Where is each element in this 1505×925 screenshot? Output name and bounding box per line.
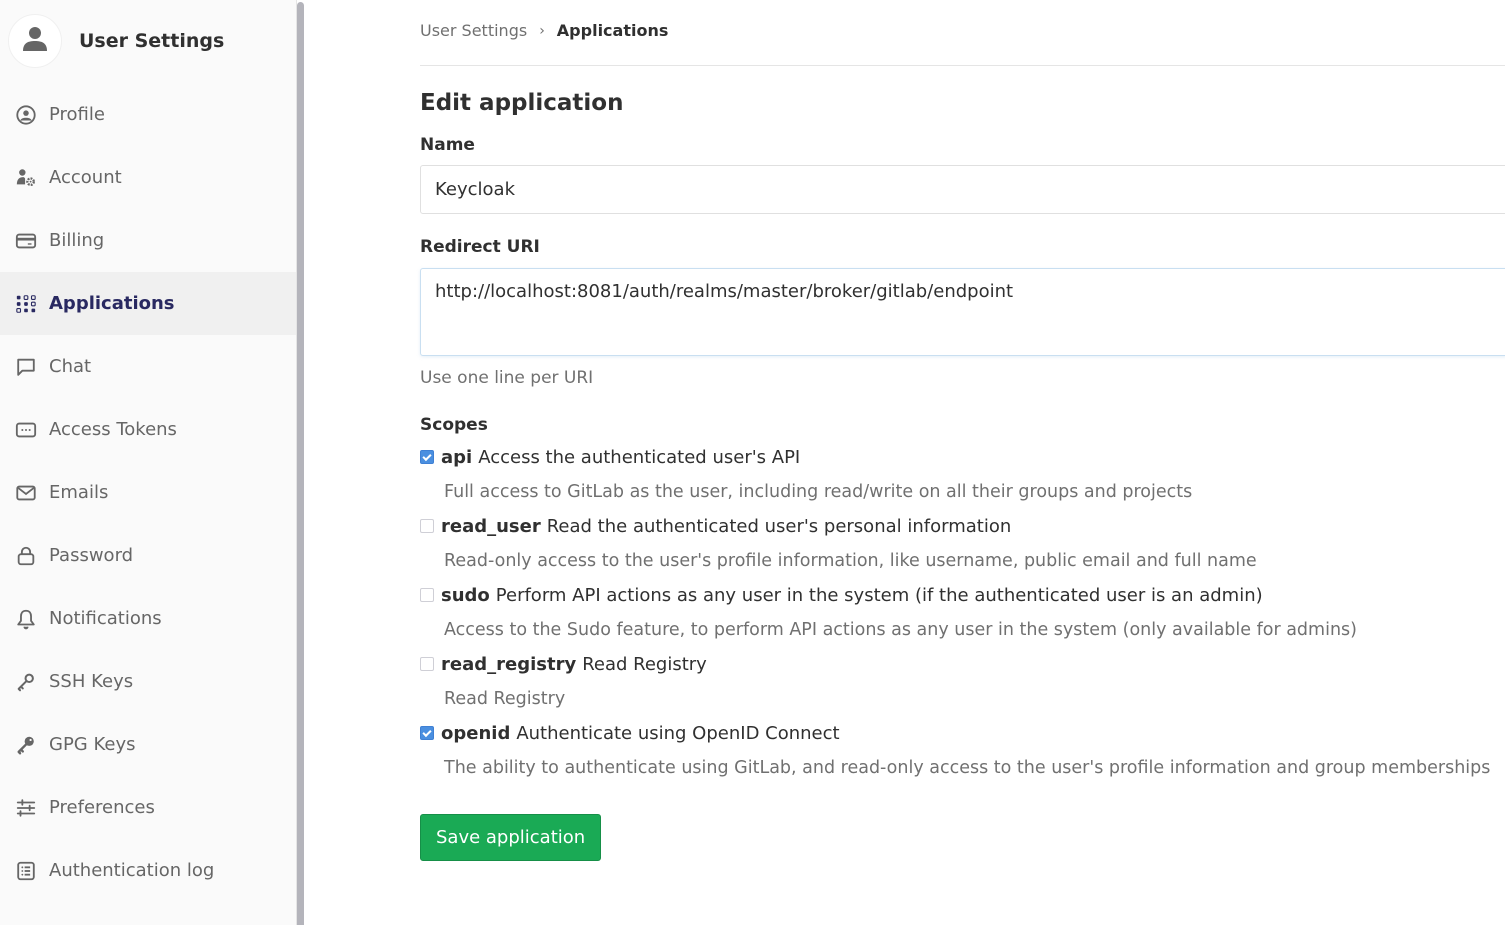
redirect-uri-textarea[interactable]: http://localhost:8081/auth/realms/master… (420, 268, 1505, 356)
scope-description: Full access to GitLab as the user, inclu… (444, 482, 1193, 502)
sidebar-item-profile[interactable]: Profile (0, 83, 296, 146)
redirect-uri-help: Use one line per URI (420, 368, 594, 388)
sidebar-item-label: Chat (49, 356, 92, 377)
scope-openid: openid Authenticate using OpenID Connect… (420, 722, 1505, 780)
scope-sudo-checkbox[interactable] (420, 588, 434, 602)
preferences-icon (14, 796, 38, 820)
sidebar-item-label: Billing (49, 230, 105, 251)
scope-read-registry-checkbox[interactable] (420, 657, 434, 671)
token-icon (14, 418, 38, 442)
sidebar-item-label: Account (49, 167, 122, 188)
avatar[interactable] (8, 14, 62, 68)
sidebar-item-account[interactable]: Account (0, 146, 296, 209)
scope-title[interactable]: Read Registry (582, 654, 707, 675)
applications-icon (14, 292, 38, 316)
sidebar-item-label: Preferences (49, 797, 155, 818)
scope-title[interactable]: Read the authenticated user's personal i… (547, 516, 1012, 537)
sidebar-header: User Settings (8, 14, 224, 68)
sidebar-item-authentication-log[interactable]: Authentication log (0, 839, 296, 902)
sidebar-item-chat[interactable]: Chat (0, 335, 296, 398)
scope-title[interactable]: Authenticate using OpenID Connect (516, 723, 839, 744)
scope-read-user: read_user Read the authenticated user's … (420, 515, 1505, 573)
sidebar-item-preferences[interactable]: Preferences (0, 776, 296, 839)
scope-read-user-checkbox[interactable] (420, 519, 434, 533)
sidebar-item-ssh-keys[interactable]: SSH Keys (0, 650, 296, 713)
sidebar-scrollbar[interactable] (297, 2, 304, 925)
sidebar: User Settings Profile Account Billing Ap… (0, 0, 297, 925)
sidebar-item-notifications[interactable]: Notifications (0, 587, 296, 650)
credit-card-icon (14, 229, 38, 253)
scope-description: Read Registry (444, 689, 566, 709)
sidebar-item-label: Notifications (49, 608, 162, 629)
scope-description: Access to the Sudo feature, to perform A… (444, 620, 1357, 640)
scope-read-registry: read_registry Read Registry Read Registr… (420, 653, 1505, 711)
chevron-right-icon: › (539, 22, 545, 39)
name-input[interactable] (420, 165, 1505, 214)
scope-line: read_user Read the authenticated user's … (420, 515, 1505, 537)
scope-name[interactable]: openid (441, 723, 510, 744)
sidebar-item-label: Profile (49, 104, 105, 125)
sidebar-item-label: GPG Keys (49, 734, 136, 755)
scope-description: Read-only access to the user's profile i… (444, 551, 1257, 571)
log-icon (14, 859, 38, 883)
account-icon (14, 166, 38, 190)
bell-icon (14, 607, 38, 631)
scope-openid-checkbox[interactable] (420, 726, 434, 740)
sidebar-item-label: Emails (49, 482, 109, 503)
sidebar-item-emails[interactable]: Emails (0, 461, 296, 524)
scope-name[interactable]: api (441, 447, 472, 468)
breadcrumb-user-settings[interactable]: User Settings (420, 21, 527, 40)
scopes-label: Scopes (420, 415, 488, 435)
sidebar-item-label: Authentication log (49, 860, 215, 881)
profile-icon (14, 103, 38, 127)
scope-name[interactable]: read_registry (441, 654, 576, 675)
sidebar-item-label: Access Tokens (49, 419, 177, 440)
scope-line: api Access the authenticated user's API (420, 446, 1505, 468)
scope-line: read_registry Read Registry (420, 653, 1505, 675)
scope-line: openid Authenticate using OpenID Connect (420, 722, 1505, 744)
sidebar-item-billing[interactable]: Billing (0, 209, 296, 272)
scope-api-checkbox[interactable] (420, 450, 434, 464)
mail-icon (14, 481, 38, 505)
scope-sudo: sudo Perform API actions as any user in … (420, 584, 1505, 642)
key-solid-icon (14, 733, 38, 757)
breadcrumb-applications[interactable]: Applications (557, 21, 669, 40)
key-icon (14, 670, 38, 694)
name-label: Name (420, 135, 475, 155)
sidebar-item-applications[interactable]: Applications (0, 272, 296, 335)
sidebar-item-label: Applications (49, 293, 175, 314)
sidebar-item-label: Password (49, 545, 134, 566)
sidebar-item-password[interactable]: Password (0, 524, 296, 587)
scope-name[interactable]: read_user (441, 516, 541, 537)
sidebar-nav: Profile Account Billing Applications Cha… (0, 83, 296, 902)
main-content: User Settings › Applications Edit applic… (420, 0, 1505, 861)
page-title: Edit application (420, 90, 624, 116)
sidebar-title: User Settings (79, 30, 225, 52)
redirect-uri-label: Redirect URI (420, 237, 540, 257)
sidebar-item-access-tokens[interactable]: Access Tokens (0, 398, 296, 461)
scope-description: The ability to authenticate using GitLab… (444, 758, 1491, 778)
scope-api: api Access the authenticated user's API … (420, 446, 1505, 504)
scope-title[interactable]: Perform API actions as any user in the s… (496, 585, 1263, 606)
scope-title[interactable]: Access the authenticated user's API (478, 447, 800, 468)
scope-name[interactable]: sudo (441, 585, 490, 606)
sidebar-item-label: SSH Keys (49, 671, 134, 692)
lock-icon (14, 544, 38, 568)
sidebar-item-gpg-keys[interactable]: GPG Keys (0, 713, 296, 776)
breadcrumb: User Settings › Applications (420, 0, 1505, 66)
save-application-button[interactable]: Save application (420, 814, 602, 861)
scope-line: sudo Perform API actions as any user in … (420, 584, 1505, 606)
user-icon (20, 24, 50, 58)
comment-icon (14, 355, 38, 379)
